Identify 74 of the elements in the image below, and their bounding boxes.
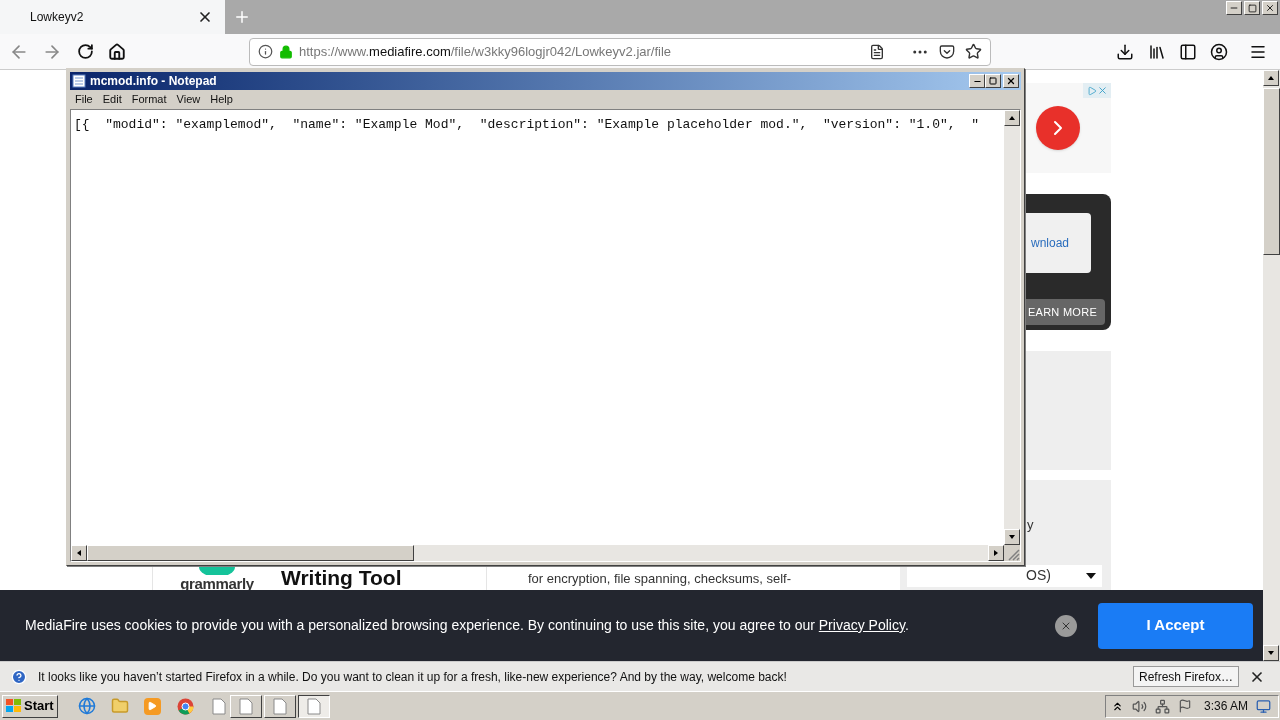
menu-item[interactable]: Edit [97, 91, 127, 108]
dropdown-caret-icon [1086, 572, 1096, 579]
privacy-policy-link[interactable]: Privacy Policy [818, 617, 905, 633]
restore-button[interactable] [1244, 1, 1260, 15]
pocket-icon[interactable] [939, 43, 955, 60]
download-link[interactable]: wnload [1026, 213, 1091, 273]
maximize-icon [989, 77, 997, 85]
close-icon [1096, 85, 1108, 96]
flag-icon[interactable] [1178, 699, 1192, 713]
network-icon[interactable] [1155, 698, 1170, 714]
ad-arrow-button[interactable] [1036, 106, 1080, 150]
file-content: [{ "modid": "examplemod", "name": "Example Mod", "description": "Example placeholder mod.", "version": "1.0", " [74, 117, 979, 132]
reload-icon[interactable] [77, 43, 94, 60]
clock: 3:36 AM [1204, 698, 1249, 715]
learn-more-button[interactable]: EARN MORE [1026, 299, 1105, 325]
scroll-up-button[interactable] [1263, 70, 1279, 86]
article-text: for encryption, file spanning, checksums, self- [528, 571, 791, 586]
bookmark-star-icon[interactable] [965, 43, 982, 60]
browser-icon[interactable] [77, 697, 96, 715]
document-icon [306, 697, 321, 715]
os-label: y [1027, 516, 1035, 534]
scroll-thumb[interactable] [87, 545, 414, 561]
article-title: Writing Tool [281, 567, 402, 588]
library-icon[interactable] [1148, 42, 1166, 61]
scroll-down-button[interactable] [1004, 529, 1020, 545]
home-icon[interactable] [108, 42, 126, 61]
scroll-left-button[interactable] [71, 545, 87, 561]
logo-text: grammarly [180, 576, 254, 591]
download-icon[interactable] [1116, 42, 1134, 61]
notepad-icon [72, 74, 86, 88]
cookie-notice: MediaFire uses cookies to provide you with a personalized browsing experience. By continuing to use this site, you agree to our Privacy Policy. [25, 616, 909, 635]
lock-icon [279, 44, 293, 59]
reader-view-icon[interactable] [869, 43, 885, 60]
url-text: https://www.mediafire.com/file/w3kky96logjr042/Lowkeyv2.jar/file [299, 42, 672, 61]
refresh-firefox-button[interactable]: Refresh Firefox… [1132, 666, 1239, 687]
close-button[interactable] [1003, 74, 1019, 88]
scroll-right-button[interactable] [988, 545, 1004, 561]
close-icon [1265, 3, 1275, 13]
scroll-up-button[interactable] [1004, 110, 1020, 126]
minimize-button[interactable] [1226, 1, 1242, 15]
restore-icon [1247, 3, 1257, 13]
minimize-button[interactable] [969, 74, 985, 88]
scroll-thumb[interactable] [1263, 88, 1280, 255]
accept-button[interactable]: I Accept [1098, 602, 1253, 649]
volume-icon[interactable] [1132, 698, 1147, 714]
start-button[interactable]: Start [2, 694, 58, 718]
document-icon [272, 697, 287, 715]
play-icon [1086, 85, 1097, 96]
menu-item[interactable]: Format [126, 91, 172, 108]
close-button[interactable] [1262, 1, 1278, 15]
chrome-icon[interactable] [176, 697, 194, 715]
account-icon[interactable] [1210, 42, 1228, 61]
windows-logo-icon [6, 699, 22, 713]
file-icon [211, 697, 226, 715]
maximize-button[interactable] [985, 74, 1001, 88]
window-title: mcmod.info - Notepad [90, 73, 217, 90]
scroll-down-button[interactable] [1263, 645, 1279, 661]
menu-item[interactable]: File [70, 91, 98, 108]
taskbar-window-button[interactable] [297, 694, 330, 718]
dismiss-button[interactable] [1055, 614, 1077, 637]
browser-tab[interactable]: Lowkeyv2 [0, 0, 225, 34]
text-area[interactable]: [{ "modid": "examplemod", "name": "Example Mod", "description": "Example placeholder mod.", "version": "1.0", " [71, 110, 1004, 545]
show-desktop-icon[interactable] [1256, 698, 1272, 714]
logo-mark-icon [197, 567, 237, 575]
close-icon[interactable] [197, 9, 213, 25]
notification-text: It looks like you haven’t started Firefox in a while. Do you want to clean it up for a fresh, like-new experience? And by the way, welcome back! [38, 668, 787, 686]
address-field[interactable]: https://www.mediafire.com/file/w3kky96logjr042/Lowkeyv2.jar/file [249, 37, 991, 66]
info-icon [258, 44, 273, 59]
close-icon [1006, 76, 1016, 86]
sidebar-icon[interactable] [1179, 42, 1197, 61]
help-icon [11, 668, 27, 685]
menu-item[interactable]: Help [205, 91, 238, 108]
document-icon [238, 697, 253, 715]
menu-item[interactable]: View [171, 91, 206, 108]
